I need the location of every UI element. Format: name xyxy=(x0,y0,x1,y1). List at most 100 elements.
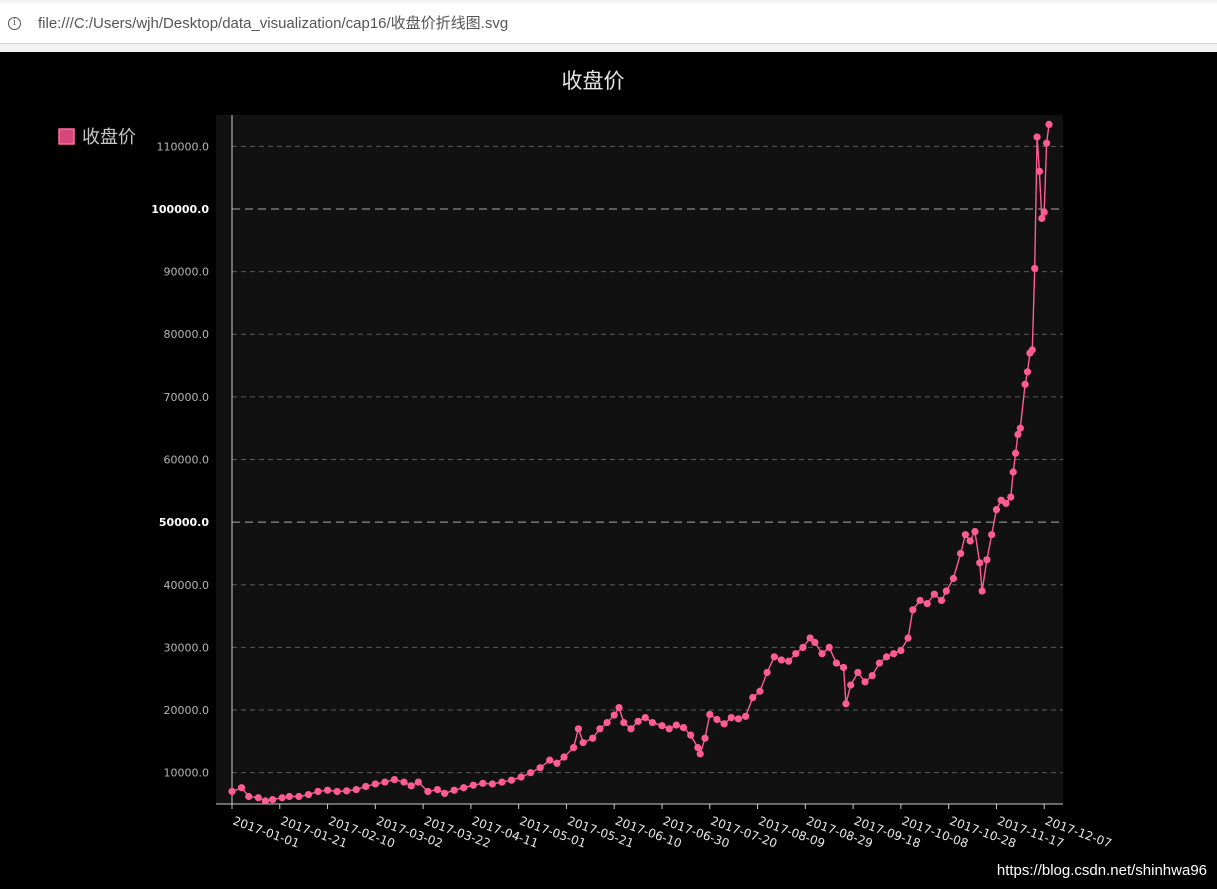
data-point[interactable] xyxy=(1033,133,1041,141)
data-point[interactable] xyxy=(904,634,912,642)
data-point[interactable] xyxy=(909,606,917,614)
data-point[interactable] xyxy=(1007,493,1015,501)
data-point[interactable] xyxy=(1023,368,1032,376)
data-point[interactable] xyxy=(763,668,771,677)
data-point[interactable] xyxy=(371,780,379,788)
data-point[interactable] xyxy=(362,782,370,791)
data-point[interactable] xyxy=(596,725,604,733)
data-point[interactable] xyxy=(818,650,826,658)
data-point[interactable] xyxy=(400,778,408,786)
data-point[interactable] xyxy=(1035,167,1044,175)
data-point[interactable] xyxy=(285,792,293,801)
data-point[interactable] xyxy=(971,527,979,536)
data-point[interactable] xyxy=(498,778,506,786)
data-point[interactable] xyxy=(1038,214,1046,222)
data-point[interactable] xyxy=(897,646,905,655)
data-point[interactable] xyxy=(658,722,666,730)
data-point[interactable] xyxy=(269,796,277,804)
data-point[interactable] xyxy=(1014,430,1022,439)
data-point[interactable] xyxy=(854,668,862,677)
url-field[interactable]: i file:///C:/Users/wjh/Desktop/data_visu… xyxy=(0,3,1217,44)
data-point[interactable] xyxy=(560,753,568,761)
data-point[interactable] xyxy=(620,718,628,727)
data-point[interactable] xyxy=(323,786,332,794)
url-text[interactable]: file:///C:/Users/wjh/Desktop/data_visual… xyxy=(38,12,508,33)
data-point[interactable] xyxy=(553,759,561,767)
data-point[interactable] xyxy=(847,681,855,689)
data-point[interactable] xyxy=(1040,208,1048,216)
data-point[interactable] xyxy=(706,710,714,719)
data-point[interactable] xyxy=(610,711,618,719)
data-point[interactable] xyxy=(734,715,743,723)
data-point[interactable] xyxy=(304,791,313,799)
data-point[interactable] xyxy=(770,653,778,661)
legend[interactable]: 收盘价 xyxy=(58,127,136,148)
data-point[interactable] xyxy=(314,787,322,796)
data-point[interactable] xyxy=(1021,380,1029,388)
data-point[interactable] xyxy=(261,797,270,805)
data-point[interactable] xyxy=(713,715,721,724)
data-point[interactable] xyxy=(875,659,883,667)
data-point[interactable] xyxy=(890,650,898,658)
data-point[interactable] xyxy=(245,792,253,801)
data-point[interactable] xyxy=(1011,449,1020,457)
data-point[interactable] xyxy=(930,590,938,598)
data-point[interactable] xyxy=(792,650,800,658)
data-point[interactable] xyxy=(641,713,649,722)
data-point[interactable] xyxy=(992,506,1001,514)
data-point[interactable] xyxy=(923,599,931,608)
data-point[interactable] xyxy=(799,643,807,652)
data-point[interactable] xyxy=(574,725,582,733)
data-point[interactable] xyxy=(842,700,850,708)
data-point[interactable] xyxy=(1016,424,1024,432)
data-point[interactable] xyxy=(627,725,635,733)
data-point[interactable] xyxy=(278,794,286,802)
data-point[interactable] xyxy=(460,784,468,792)
data-point[interactable] xyxy=(589,734,597,742)
data-point[interactable] xyxy=(1002,499,1010,507)
data-point[interactable] xyxy=(665,725,673,733)
data-point[interactable] xyxy=(1009,468,1017,476)
data-point[interactable] xyxy=(648,718,657,727)
data-point[interactable] xyxy=(407,782,415,790)
data-point[interactable] xyxy=(352,785,360,794)
data-point[interactable] xyxy=(942,587,950,595)
data-point[interactable] xyxy=(414,778,422,786)
data-point[interactable] xyxy=(424,787,432,796)
data-point[interactable] xyxy=(295,792,303,801)
data-point[interactable] xyxy=(450,786,458,794)
data-point[interactable] xyxy=(433,785,442,794)
data-point[interactable] xyxy=(785,657,793,665)
data-point[interactable] xyxy=(343,787,351,795)
data-point[interactable] xyxy=(603,718,611,727)
legend-swatch[interactable] xyxy=(58,128,75,145)
info-icon[interactable]: i xyxy=(8,17,21,30)
data-point[interactable] xyxy=(832,659,840,667)
data-point[interactable] xyxy=(579,739,587,747)
data-point[interactable] xyxy=(861,678,869,686)
data-point[interactable] xyxy=(1031,264,1039,273)
data-point[interactable] xyxy=(961,531,969,539)
data-point[interactable] xyxy=(839,663,848,672)
data-point[interactable] xyxy=(469,781,477,789)
data-point[interactable] xyxy=(694,744,702,752)
data-point[interactable] xyxy=(254,794,262,802)
data-point[interactable] xyxy=(727,713,735,722)
data-point[interactable] xyxy=(1028,346,1036,354)
data-point[interactable] xyxy=(988,531,996,539)
data-point[interactable] xyxy=(517,773,525,781)
data-point[interactable] xyxy=(441,789,449,797)
data-point[interactable] xyxy=(1043,139,1051,147)
data-point[interactable] xyxy=(749,693,757,702)
data-point[interactable] xyxy=(672,721,680,729)
data-point[interactable] xyxy=(976,559,984,567)
data-point[interactable] xyxy=(634,717,642,725)
data-point[interactable] xyxy=(882,653,891,661)
data-point[interactable] xyxy=(546,756,554,764)
data-point[interactable] xyxy=(1045,120,1053,128)
data-point[interactable] xyxy=(937,596,946,605)
data-point[interactable] xyxy=(527,769,535,777)
data-point[interactable] xyxy=(237,784,246,792)
data-point[interactable] xyxy=(228,787,236,796)
data-point[interactable] xyxy=(381,778,389,786)
